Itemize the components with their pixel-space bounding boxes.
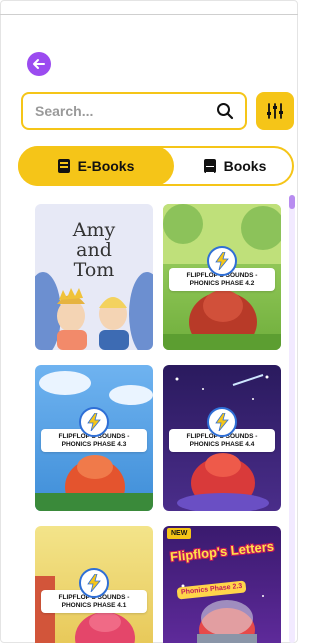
book-card[interactable]: FLIPFLOP'S SOUNDS - PHONICS PHASE 4.3 <box>35 365 153 511</box>
scrollbar-track[interactable] <box>289 195 295 643</box>
book-type-toggle: E-Books Books <box>18 146 294 186</box>
book-card[interactable]: Amy and Tom <box>35 204 153 350</box>
scrollbar-thumb[interactable] <box>289 195 295 209</box>
series-badge: FLIPFLOP'S SOUNDS - PHONICS PHASE 4.1 <box>41 568 147 613</box>
new-badge: NEW <box>167 528 192 539</box>
arrow-left-icon <box>33 59 45 69</box>
series-badge: FLIPFLOP'S SOUNDS - PHONICS PHASE 4.2 <box>169 246 275 291</box>
lightning-icon <box>207 407 237 437</box>
tab-ebooks-label: E-Books <box>77 158 135 174</box>
filter-button[interactable] <box>256 92 294 130</box>
search-box <box>21 92 247 130</box>
status-divider <box>0 14 298 15</box>
tab-ebooks[interactable]: E-Books <box>18 146 174 186</box>
ebook-icon <box>57 159 70 173</box>
tab-books-label: Books <box>223 158 267 174</box>
search-input[interactable] <box>35 103 215 119</box>
lightning-icon <box>79 407 109 437</box>
book-title: Amy and Tom <box>72 219 116 281</box>
book-icon <box>203 159 216 173</box>
sliders-icon <box>267 103 283 119</box>
back-button[interactable] <box>27 52 51 76</box>
series-badge: FLIPFLOP'S SOUNDS - PHONICS PHASE 4.4 <box>169 407 275 452</box>
tab-books[interactable]: Books <box>176 146 294 186</box>
book-card[interactable]: FLIPFLOP'S SOUNDS - PHONICS PHASE 4.4 <box>163 365 281 511</box>
series-badge: FLIPFLOP'S SOUNDS - PHONICS PHASE 4.3 <box>41 407 147 452</box>
magnifier-icon[interactable] <box>215 101 235 121</box>
book-card[interactable]: NEW Flipflop's Letters Phonics Phase 2.3 <box>163 526 281 643</box>
book-card[interactable]: FLIPFLOP'S SOUNDS - PHONICS PHASE 4.2 <box>163 204 281 350</box>
lightning-icon <box>79 568 109 598</box>
book-card[interactable]: FLIPFLOP'S SOUNDS - PHONICS PHASE 4.1 <box>35 526 153 643</box>
lightning-icon <box>207 246 237 276</box>
